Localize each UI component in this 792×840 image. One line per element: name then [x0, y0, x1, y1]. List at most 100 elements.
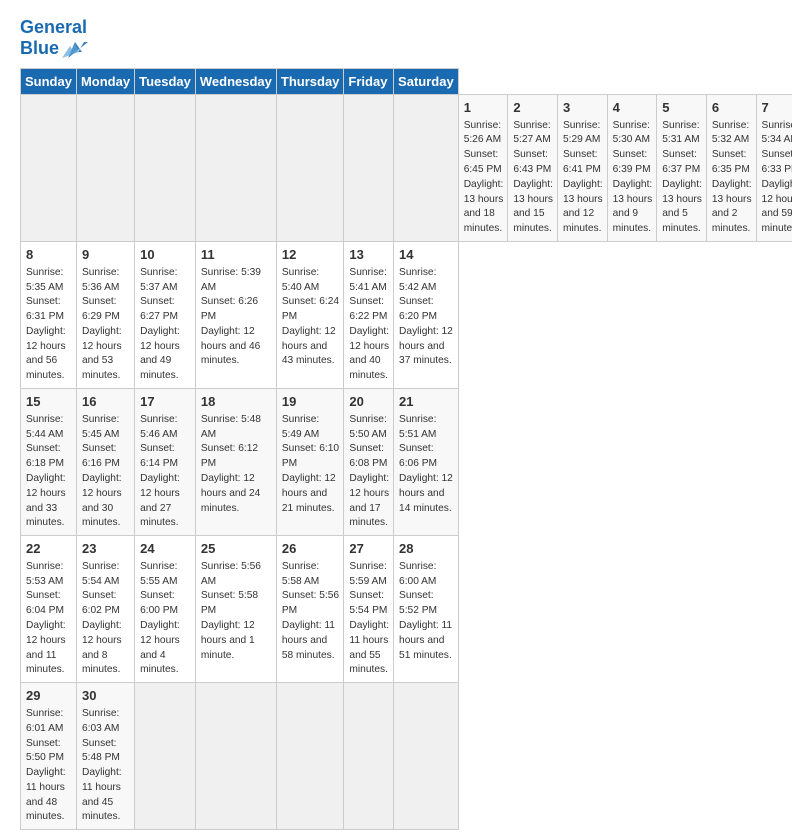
day-number: 7: [762, 99, 792, 118]
cal-cell: [135, 94, 196, 241]
logo-general: General: [20, 17, 87, 37]
cal-cell: 19Sunrise: 5:49 AMSunset: 6:10 PMDayligh…: [276, 388, 344, 535]
cal-cell: 18Sunrise: 5:48 AMSunset: 6:12 PMDayligh…: [195, 388, 276, 535]
daylight-text: Daylight: 13 hours and 9 minutes.: [613, 179, 653, 234]
sunrise-text: Sunrise: 5:54 AM: [82, 561, 119, 587]
cal-cell: 7 Sunrise: 5:34 AM Sunset: 6:33 PM Daylight…: [756, 94, 792, 241]
daylight-text: Daylight: 11 hours and 48 minutes.: [26, 767, 66, 822]
sunrise-text: Sunrise: 5:44 AM: [26, 414, 63, 440]
cal-cell: [344, 94, 394, 241]
day-number: 12: [282, 246, 340, 265]
header: General Blue: [20, 18, 772, 60]
day-number: 25: [201, 540, 272, 559]
sunrise-text: Sunrise: 5:29 AM: [563, 120, 600, 146]
cal-cell: [394, 94, 459, 241]
day-number: 13: [349, 246, 389, 265]
day-number: 15: [26, 393, 72, 412]
col-header-thursday: Thursday: [276, 68, 344, 94]
cal-cell: [135, 683, 196, 830]
sunset-text: Sunset: 6:45 PM: [464, 149, 502, 175]
week-row-3: 15 Sunrise: 5:44 AM Sunset: 6:18 PM Dayligh…: [21, 388, 792, 535]
daylight-text: Daylight: 12 hours and 8 minutes.: [82, 620, 122, 675]
cal-cell: [276, 94, 344, 241]
sunrise-text: Sunrise: 5:50 AM: [349, 414, 386, 440]
day-number: 19: [282, 393, 340, 412]
day-number: 20: [349, 393, 389, 412]
day-number: 8: [26, 246, 72, 265]
sunrise-text: Sunrise: 5:32 AM: [712, 120, 749, 146]
sunrise-text: Sunrise: 5:53 AM: [26, 561, 63, 587]
daylight-text: Daylight: 13 hours and 12 minutes.: [563, 179, 603, 234]
sunset-text: Sunset: 6:14 PM: [140, 443, 178, 469]
day-number: 3: [563, 99, 603, 118]
sunset-text: Sunset: 6:00 PM: [140, 590, 178, 616]
cal-cell: [276, 683, 344, 830]
col-header-saturday: Saturday: [394, 68, 459, 94]
daylight-text: Daylight: 12 hours and 40 minutes.: [349, 326, 389, 381]
daylight-text: Daylight: 12 hours and 4 minutes.: [140, 620, 180, 675]
daylight-text: Daylight: 12 hours and 37 minutes.: [399, 326, 453, 367]
daylight-text: Daylight: 12 hours and 43 minutes.: [282, 326, 336, 367]
sunset-text: Sunset: 6:31 PM: [26, 296, 64, 322]
sunset-text: Sunset: 5:50 PM: [26, 738, 64, 764]
day-number: 21: [399, 393, 454, 412]
sunset-text: Sunset: 6:41 PM: [563, 149, 601, 175]
day-number: 22: [26, 540, 72, 559]
sunset-text: Sunset: 5:58 PM: [201, 590, 258, 616]
daylight-text: Daylight: 11 hours and 51 minutes.: [399, 620, 452, 661]
daylight-text: Daylight: 12 hours and 11 minutes.: [26, 620, 66, 675]
daylight-text: Daylight: 11 hours and 55 minutes.: [349, 620, 389, 675]
sunset-text: Sunset: 6:37 PM: [662, 149, 700, 175]
calendar-table: SundayMondayTuesdayWednesdayThursdayFrid…: [20, 68, 792, 830]
sunset-text: Sunset: 6:18 PM: [26, 443, 64, 469]
sunrise-text: Sunrise: 5:48 AM: [201, 414, 261, 440]
sunrise-text: Sunrise: 5:51 AM: [399, 414, 436, 440]
sunrise-text: Sunrise: 5:42 AM: [399, 267, 436, 293]
cal-cell: 23Sunrise: 5:54 AMSunset: 6:02 PMDayligh…: [76, 536, 134, 683]
cal-cell: 5Sunrise: 5:31 AMSunset: 6:37 PMDaylight…: [657, 94, 707, 241]
sunset-text: Sunset: 6:26 PM: [201, 296, 258, 322]
cal-cell: 15Sunrise: 5:44 AMSunset: 6:18 PMDayligh…: [21, 388, 77, 535]
cal-cell: 11Sunrise: 5:39 AMSunset: 6:26 PMDayligh…: [195, 241, 276, 388]
day-number: 4: [613, 99, 653, 118]
daylight-text: Daylight: 12 hours and 17 minutes.: [349, 473, 389, 528]
cal-cell: 13Sunrise: 5:41 AMSunset: 6:22 PMDayligh…: [344, 241, 394, 388]
col-header-tuesday: Tuesday: [135, 68, 196, 94]
sunset-text: Sunset: 6:16 PM: [82, 443, 120, 469]
day-number: 17: [140, 393, 191, 412]
daylight-text: Daylight: 13 hours and 15 minutes.: [513, 179, 553, 234]
sunset-text: Sunset: 6:06 PM: [399, 443, 437, 469]
sunrise-text: Sunrise: 5:49 AM: [282, 414, 319, 440]
day-number: 14: [399, 246, 454, 265]
daylight-text: Daylight: 12 hours and 30 minutes.: [82, 473, 122, 528]
cal-cell: 21Sunrise: 5:51 AMSunset: 6:06 PMDayligh…: [394, 388, 459, 535]
sunset-text: Sunset: 6:12 PM: [201, 443, 258, 469]
cal-cell: 26Sunrise: 5:58 AMSunset: 5:56 PMDayligh…: [276, 536, 344, 683]
sunset-text: Sunset: 6:35 PM: [712, 149, 750, 175]
daylight-text: Daylight: 12 hours and 1 minute.: [201, 620, 255, 661]
day-number: 6: [712, 99, 752, 118]
cal-cell: 30Sunrise: 6:03 AMSunset: 5:48 PMDayligh…: [76, 683, 134, 830]
sunrise-text: Sunrise: 5:26 AM: [464, 120, 501, 146]
daylight-text: Daylight: 12 hours and 56 minutes.: [26, 326, 66, 381]
sunset-text: Sunset: 6:10 PM: [282, 443, 339, 469]
daylight-text: Daylight: 12 hours and 59 minutes.: [762, 179, 792, 234]
sunrise-text: Sunrise: 5:36 AM: [82, 267, 119, 293]
week-row-1: 1Sunrise: 5:26 AMSunset: 6:45 PMDaylight…: [21, 94, 792, 241]
cal-cell: 29Sunrise: 6:01 AMSunset: 5:50 PMDayligh…: [21, 683, 77, 830]
cal-cell: 20Sunrise: 5:50 AMSunset: 6:08 PMDayligh…: [344, 388, 394, 535]
daylight-text: Daylight: 13 hours and 5 minutes.: [662, 179, 702, 234]
sunset-text: Sunset: 6:39 PM: [613, 149, 651, 175]
cal-cell: 16Sunrise: 5:45 AMSunset: 6:16 PMDayligh…: [76, 388, 134, 535]
sunrise-text: Sunrise: 5:34 AM: [762, 120, 792, 146]
sunrise-text: Sunrise: 5:59 AM: [349, 561, 386, 587]
sunrise-text: Sunrise: 5:45 AM: [82, 414, 119, 440]
cal-cell: [195, 683, 276, 830]
logo-blue: Blue: [20, 39, 59, 59]
sunrise-text: Sunrise: 5:39 AM: [201, 267, 261, 293]
day-number: 28: [399, 540, 454, 559]
sunset-text: Sunset: 6:33 PM: [762, 149, 792, 175]
cal-cell: 27Sunrise: 5:59 AMSunset: 5:54 PMDayligh…: [344, 536, 394, 683]
cal-cell: 24Sunrise: 5:55 AMSunset: 6:00 PMDayligh…: [135, 536, 196, 683]
sunset-text: Sunset: 5:56 PM: [282, 590, 339, 616]
